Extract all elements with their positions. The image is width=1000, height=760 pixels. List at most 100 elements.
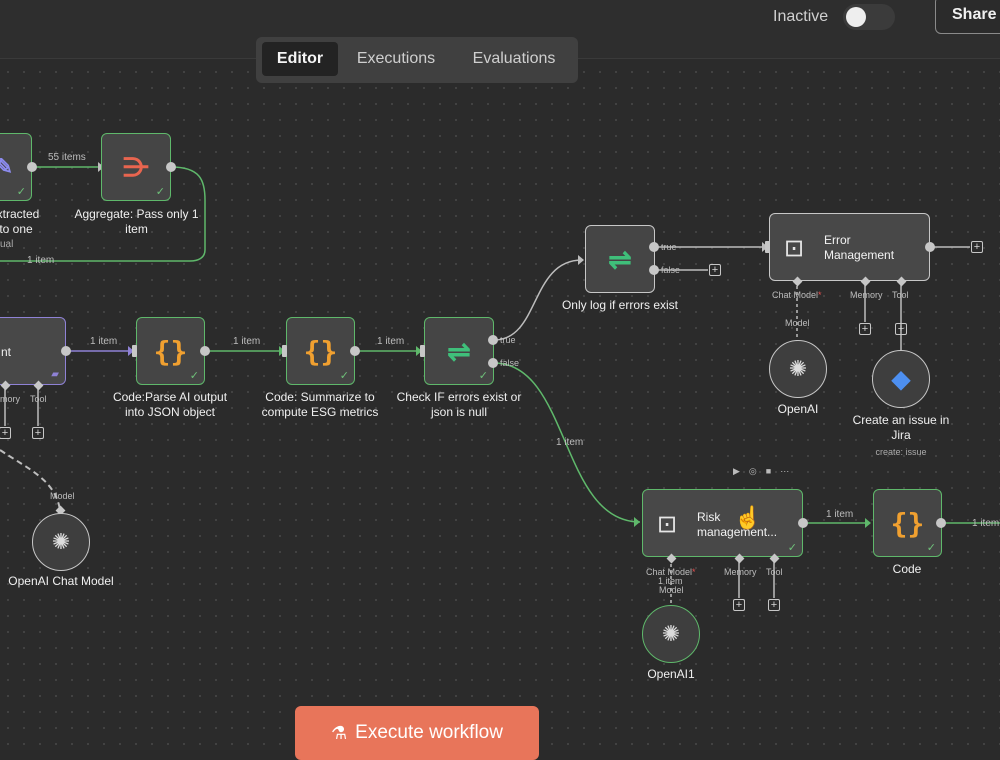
port-agent-out[interactable] — [61, 346, 71, 356]
if-branch-icon: ⇌ — [608, 243, 632, 275]
node-agent-left[interactable]: nt ▰ — [0, 317, 66, 385]
port-code-right-out[interactable] — [936, 518, 946, 528]
arrow-onlylog — [578, 255, 584, 265]
port-label-risk-model: Model — [659, 585, 684, 595]
node-only-log[interactable]: ⇌ — [585, 225, 655, 293]
node-check-if-title: Check IF errors exist or json is null — [396, 390, 522, 419]
node-openai[interactable]: ✺ — [769, 340, 827, 398]
port-risk-out[interactable] — [798, 518, 808, 528]
toggle-knob — [846, 7, 866, 27]
openai-icon: ✺ — [51, 529, 71, 554]
add-memory-button[interactable]: + — [859, 323, 871, 335]
port-check-in[interactable] — [420, 345, 425, 357]
port-label-memory: Memory — [850, 290, 883, 300]
port-extracted-out[interactable] — [27, 162, 37, 172]
node-code-summarize[interactable]: {} ✓ — [286, 317, 355, 385]
port-label-chat-model-left: Model — [50, 491, 75, 501]
node-code-right[interactable]: {} ✓ — [873, 489, 942, 557]
node-error-management[interactable]: ⊡ Error Management — [769, 213, 930, 281]
node-code-parse-title: Code:Parse AI output into JSON object — [112, 390, 228, 419]
node-hover-toolbar: ▶◎■⋯ — [733, 466, 798, 477]
node-check-if[interactable]: ⇌ ✓ — [424, 317, 494, 385]
port-code-summarize-out[interactable] — [350, 346, 360, 356]
port-label-model: Model — [785, 318, 810, 328]
add-node-button[interactable]: + — [971, 241, 983, 253]
workflow-status-label: Inactive — [773, 8, 829, 25]
node-openai1-title: OpenAI1 — [647, 667, 695, 681]
port-code-parse-out[interactable] — [200, 346, 210, 356]
branch-label-false: false — [500, 358, 520, 368]
port-label-left-memory: mory — [0, 394, 20, 404]
node-extracted-title: extractedinto one — [0, 207, 40, 236]
node-error-management-title: Error Management — [824, 233, 895, 262]
tab-editor[interactable]: Editor — [262, 42, 338, 76]
node-code-parse[interactable]: {} ✓ — [136, 317, 205, 385]
port-code-summarize-in[interactable] — [282, 345, 287, 357]
openai-icon: ✺ — [788, 356, 808, 381]
port-error-out[interactable] — [925, 242, 935, 252]
port-aggregate-out[interactable] — [166, 162, 176, 172]
connection-label-end: 1 item — [972, 518, 1000, 529]
robot-icon: ⊡ — [784, 235, 805, 262]
connection-label-false: 1 item — [556, 437, 584, 448]
node-only-log-title: Only log if errors exist — [561, 298, 679, 312]
port-check-true[interactable] — [488, 335, 498, 345]
add-tool-button[interactable]: + — [895, 323, 907, 335]
cursor-hand-icon: ☝ — [734, 505, 762, 530]
tab-evaluations[interactable]: Evaluations — [456, 42, 572, 76]
port-check-false[interactable] — [488, 358, 498, 368]
execute-workflow-label: Execute workflow — [355, 722, 503, 743]
success-check-icon: ✓ — [155, 186, 165, 198]
connection-label-risk: 1 item — [826, 509, 854, 520]
power-icon[interactable]: ◎ — [749, 466, 766, 476]
openai-icon: ✺ — [661, 621, 681, 646]
view-tabs: Editor Executions Evaluations — [256, 37, 578, 83]
add-node-button[interactable]: + — [709, 264, 721, 276]
flask-icon: ⚗ — [331, 722, 348, 743]
execute-workflow-button[interactable]: ⚗ Execute workflow — [295, 706, 539, 760]
node-jira[interactable]: ◆ — [872, 350, 930, 408]
add-tool-button[interactable]: + — [32, 427, 44, 439]
success-check-icon: ✓ — [189, 370, 199, 382]
play-icon[interactable]: ▶ — [733, 466, 749, 476]
tab-executions[interactable]: Executions — [344, 42, 448, 76]
port-onlylog-false[interactable] — [649, 265, 659, 275]
more-icon[interactable]: ⋯ — [780, 466, 798, 476]
port-onlylog-true[interactable] — [649, 242, 659, 252]
success-check-icon: ✓ — [16, 186, 26, 198]
connection-label-c: 1 item — [377, 336, 405, 347]
node-extracted-subtitle: ual — [0, 239, 14, 250]
success-check-icon: ✓ — [926, 542, 936, 554]
arrow-code-right — [865, 518, 871, 528]
node-agent-left-title: nt — [1, 345, 12, 359]
add-memory-button[interactable]: + — [733, 599, 745, 611]
delete-icon[interactable]: ■ — [766, 466, 780, 476]
node-code-summarize-title: Code: Summarize to compute ESG metrics — [261, 390, 379, 419]
branch-label-true2: true — [661, 242, 677, 252]
add-tool-button[interactable]: + — [768, 599, 780, 611]
port-label-left-tool: Tool — [30, 394, 47, 404]
port-code-parse-in[interactable] — [132, 345, 137, 357]
share-button[interactable]: Share — [935, 0, 1000, 34]
port-error-in[interactable] — [765, 241, 770, 253]
branch-label-false2: false — [661, 265, 681, 275]
connection-label-55: 55 items — [48, 152, 86, 163]
node-openai-chat-model[interactable]: ✺ — [32, 513, 90, 571]
node-risk-management[interactable]: ⊡ Risk management... ✓ — [642, 489, 803, 557]
connection-label-b: 1 item — [233, 336, 261, 347]
robot-icon: ⊡ — [657, 511, 678, 538]
node-aggregate[interactable]: ⋺ ✓ — [101, 133, 171, 201]
port-label-tool: Tool — [892, 290, 909, 300]
jira-icon: ◆ — [891, 365, 911, 393]
port-label-risk-tool: Tool — [766, 567, 783, 577]
connection-label-loop: 1 item — [27, 255, 55, 266]
node-openai-title: OpenAI — [777, 402, 819, 416]
node-openai1[interactable]: ✺ — [642, 605, 700, 663]
add-memory-button[interactable]: + — [0, 427, 11, 439]
agent-badge-icon: ▰ — [51, 369, 59, 380]
node-code-right-title: Code — [892, 562, 922, 576]
wire-agent-chatmodel — [0, 449, 61, 511]
node-openai-chat-title: OpenAI Chat Model — [8, 574, 114, 588]
port-label-chat-model: Chat Model* — [772, 290, 822, 300]
active-toggle[interactable] — [843, 4, 895, 30]
